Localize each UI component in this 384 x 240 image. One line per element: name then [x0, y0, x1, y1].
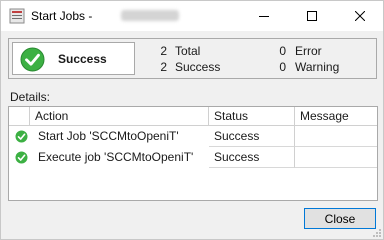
error-label: Error: [295, 44, 322, 58]
action-cell: Execute job 'SCCMtoOpeniT': [38, 150, 194, 164]
status-column-header[interactable]: Status: [209, 107, 295, 125]
success-check-icon: [20, 47, 45, 72]
status-cell: Success: [209, 126, 295, 147]
close-button[interactable]: Close: [304, 208, 376, 229]
overall-status-panel: Success: [12, 42, 135, 75]
summary-panel: Success 2 Total 2 Success 0 Error 0 Warn…: [8, 38, 377, 79]
action-cell: Start Job 'SCCMtoOpeniT': [38, 129, 179, 143]
minimize-icon: [259, 16, 269, 17]
grid-header: Action Status Message: [9, 107, 377, 126]
success-check-icon: [15, 130, 28, 143]
database-app-icon: [9, 8, 25, 24]
table-row[interactable]: Start Job 'SCCMtoOpeniT' Success: [9, 126, 377, 147]
maximize-button[interactable]: [289, 1, 335, 31]
close-icon: [355, 11, 365, 21]
details-label: Details:: [10, 90, 51, 104]
overall-status-text: Success: [58, 52, 107, 66]
warning-label: Warning: [295, 60, 340, 74]
table-row[interactable]: Execute job 'SCCMtoOpeniT' Success: [9, 147, 377, 168]
message-cell: [295, 147, 377, 168]
action-column-header[interactable]: Action: [30, 107, 209, 125]
message-column-header[interactable]: Message: [295, 107, 377, 125]
total-label: Total: [175, 44, 201, 58]
window-title: Start Jobs -: [31, 9, 93, 23]
total-count: 2: [160, 44, 167, 58]
close-window-button[interactable]: [337, 1, 383, 31]
success-label: Success: [175, 60, 221, 74]
start-jobs-dialog: Start Jobs - Success 2 Total 2 Success 0…: [0, 0, 384, 240]
maximize-icon: [307, 11, 317, 21]
resize-grip-icon[interactable]: [372, 228, 382, 238]
success-count: 2: [160, 60, 167, 74]
status-cell: Success: [209, 147, 295, 168]
message-cell: [295, 126, 377, 147]
success-check-icon: [15, 151, 28, 164]
minimize-button[interactable]: [241, 1, 287, 31]
warning-count: 0: [279, 60, 286, 74]
redacted-server-name: [121, 10, 179, 21]
icon-column-header[interactable]: [9, 107, 30, 125]
error-count: 0: [279, 44, 286, 58]
title-bar: Start Jobs -: [1, 1, 383, 31]
details-grid[interactable]: Action Status Message Start Job 'SCCMtoO…: [8, 106, 378, 201]
